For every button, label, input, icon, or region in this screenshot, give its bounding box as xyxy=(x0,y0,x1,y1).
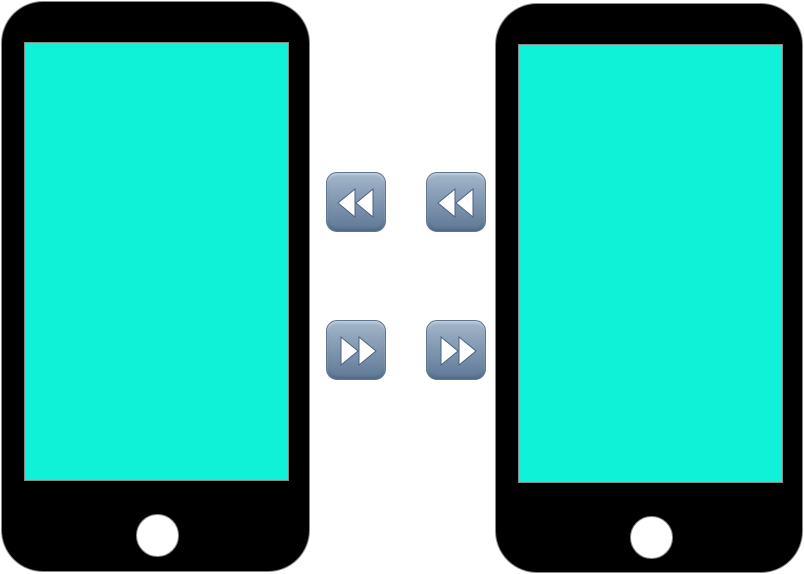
fast-forward-icon xyxy=(340,335,377,367)
rewind-button-right[interactable] xyxy=(426,172,486,232)
rewind-icon xyxy=(437,187,474,219)
fast-forward-button-left[interactable] xyxy=(326,320,386,380)
right-phone xyxy=(495,3,803,573)
fast-forward-button-right[interactable] xyxy=(426,320,486,380)
right-phone-home-button[interactable] xyxy=(630,516,673,559)
fast-forward-icon xyxy=(440,335,477,367)
rewind-button-left[interactable] xyxy=(326,172,386,232)
left-phone xyxy=(1,1,310,572)
left-phone-home-button[interactable] xyxy=(136,514,179,557)
rewind-icon xyxy=(337,187,374,219)
left-phone-screen xyxy=(24,42,289,481)
right-phone-screen xyxy=(518,44,783,483)
